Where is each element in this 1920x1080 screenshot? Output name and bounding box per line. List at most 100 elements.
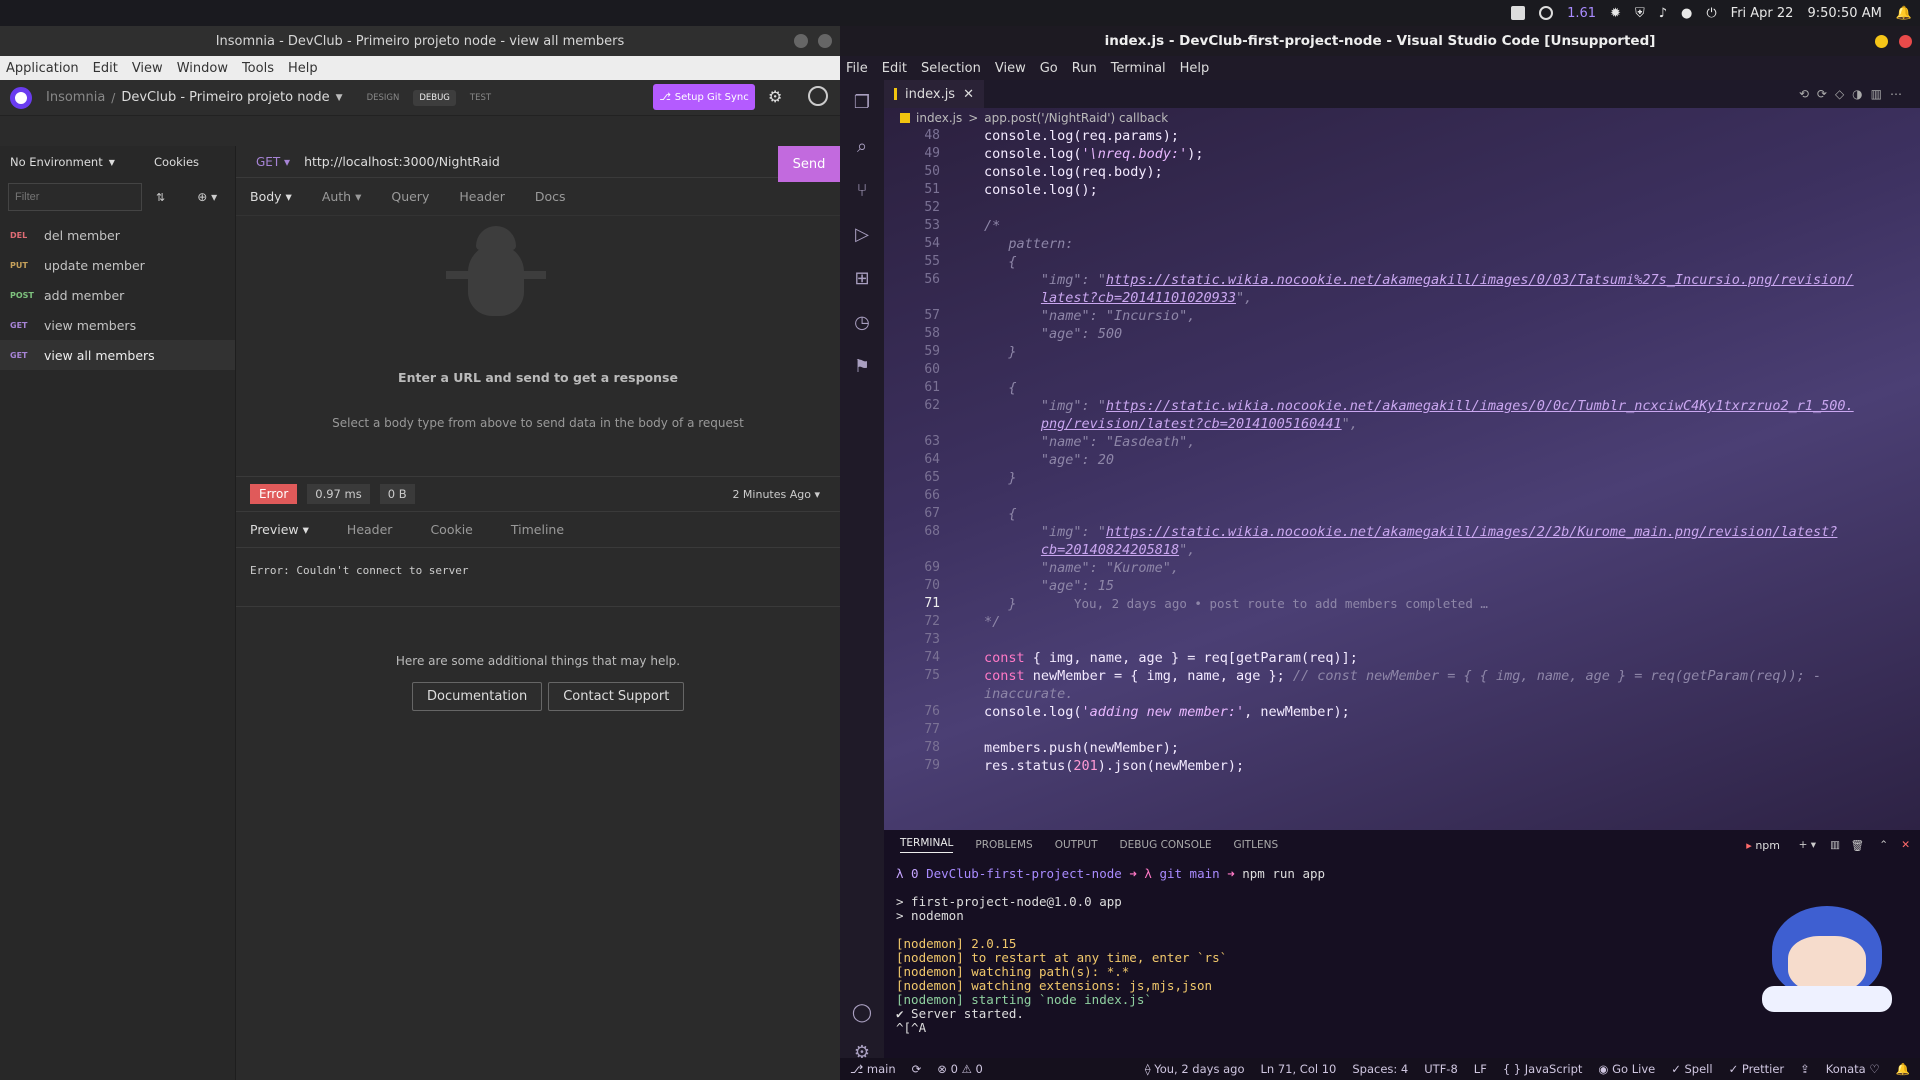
menu-selection[interactable]: Selection — [921, 61, 981, 76]
explorer-icon[interactable]: ❐ — [840, 80, 884, 124]
menu-tools[interactable]: Tools — [242, 61, 274, 76]
notifications-icon[interactable]: 🔔 — [1896, 6, 1912, 21]
method-badge: GET — [10, 350, 28, 360]
history-label: 2 Minutes Ago — [732, 487, 811, 501]
method-selector[interactable]: GET ▾ — [256, 155, 290, 169]
request-item-view-all-members[interactable]: GET view all members — [0, 340, 235, 370]
branch-indicator[interactable]: ⎇ main — [850, 1062, 896, 1076]
cursor-position[interactable]: Ln 71, Col 10 — [1261, 1062, 1337, 1076]
url-input[interactable]: http://localhost:3000/NightRaid — [304, 154, 500, 169]
request-item-del-member[interactable]: DEL del member — [0, 220, 235, 250]
indentation[interactable]: Spaces: 4 — [1352, 1062, 1408, 1076]
code-view[interactable]: 48 console.log(req.params); 49 console.log… — [884, 128, 1920, 830]
request-item-add-member[interactable]: POST add member — [0, 280, 235, 310]
source-control-icon[interactable]: ⑂ — [840, 168, 884, 212]
add-request-dropdown[interactable]: ⊕ ▾ — [197, 190, 217, 204]
tab-cookie[interactable]: Cookie — [430, 522, 472, 537]
insomnia-logo-icon[interactable] — [10, 86, 32, 109]
eol[interactable]: LF — [1474, 1062, 1487, 1076]
environment-selector[interactable]: No Environment — [10, 155, 103, 169]
menu-edit[interactable]: Edit — [93, 61, 118, 76]
run-debug-icon[interactable]: ▷ — [840, 212, 884, 256]
tab-query[interactable]: Query — [391, 189, 429, 204]
theme-indicator[interactable]: Konata ♡ — [1826, 1062, 1880, 1076]
timeline-icon[interactable]: ◷ — [840, 300, 884, 344]
request-item-update-member[interactable]: PUT update member — [0, 250, 235, 280]
send-button[interactable]: Send — [778, 146, 840, 182]
breadcrumb-project[interactable]: DevClub - Primeiro projeto node — [121, 90, 329, 105]
window-switch-icon[interactable] — [1511, 6, 1526, 20]
breadcrumb-app[interactable]: Insomnia — [46, 90, 105, 105]
tab-design[interactable]: DESIGN — [361, 90, 406, 106]
prompt-git: git — [1159, 866, 1183, 881]
search-icon[interactable]: ⌕ — [840, 124, 884, 168]
prettier-status[interactable]: ✓ Prettier — [1729, 1062, 1785, 1076]
tab-body-label: Body — [250, 189, 282, 204]
notifications-icon[interactable]: 🔔 — [1896, 1062, 1910, 1076]
menu-go[interactable]: Go — [1040, 61, 1058, 76]
sort-icon[interactable]: ⇅ — [156, 191, 165, 204]
menu-help[interactable]: Help — [288, 61, 318, 76]
tab-debug[interactable]: DEBUG — [413, 89, 456, 106]
cookies-button[interactable]: Cookies — [154, 155, 199, 169]
tab-preview[interactable]: Preview ▾ — [250, 522, 309, 537]
mic-icon[interactable]: ● — [1681, 6, 1692, 21]
language-mode[interactable]: { } JavaScript — [1503, 1062, 1583, 1076]
bookmark-icon[interactable]: ⚑ — [840, 344, 884, 388]
breadcrumb-function[interactable]: app.post('/NightRaid') callback — [984, 111, 1168, 125]
blame-status[interactable]: ⟠ You, 2 days ago — [1145, 1062, 1245, 1076]
close-button[interactable] — [818, 34, 832, 48]
account-icon[interactable] — [808, 86, 828, 106]
prompt-arrow: ➜ — [1227, 866, 1235, 881]
breadcrumb-file[interactable]: index.js — [916, 111, 962, 125]
chevron-down-icon[interactable]: ▼ — [109, 158, 115, 167]
term-line: > first-project-node@1.0.0 app — [896, 894, 1122, 909]
chevron-down-icon[interactable]: ▼ — [336, 93, 343, 103]
prompt-arrow: ➜ — [1129, 866, 1137, 881]
minimize-button[interactable] — [1875, 34, 1888, 48]
mascot-image — [1752, 896, 1902, 1016]
contact-support-button[interactable]: Contact Support — [548, 682, 685, 711]
spell-check[interactable]: ✓ Spell — [1671, 1062, 1712, 1076]
setup-git-sync-button[interactable]: ⎇ Setup Git Sync — [653, 84, 755, 110]
sync-icon[interactable]: ⟳ — [912, 1062, 922, 1076]
problems-indicator[interactable]: ⊗ 0 ⚠ 0 — [937, 1062, 983, 1076]
menu-view[interactable]: View — [995, 61, 1026, 76]
menu-edit[interactable]: Edit — [882, 61, 907, 76]
tab-test[interactable]: TEST — [464, 90, 497, 106]
close-button[interactable] — [1899, 34, 1912, 48]
editor-actions[interactable]: ⟲⟳◇◑▥⋯ — [1799, 87, 1910, 101]
tab-index-js[interactable]: index.js ✕ — [884, 80, 984, 108]
menu-file[interactable]: File — [846, 61, 868, 76]
volume-icon[interactable]: ♪ — [1659, 6, 1667, 21]
gear-icon[interactable]: ⚙ — [768, 87, 782, 106]
tab-auth[interactable]: Auth ▾ — [322, 189, 362, 204]
tab-docs[interactable]: Docs — [535, 189, 566, 204]
menu-application[interactable]: Application — [6, 61, 79, 76]
shield-icon[interactable]: ⛨ — [1635, 6, 1645, 21]
menu-help[interactable]: Help — [1180, 61, 1210, 76]
terminal-panel: TERMINAL PROBLEMS OUTPUT DEBUG CONSOLE G… — [884, 830, 1920, 1058]
account-share-icon[interactable]: ⇪ — [1800, 1062, 1810, 1076]
menu-view[interactable]: View — [132, 61, 163, 76]
documentation-button[interactable]: Documentation — [412, 682, 543, 711]
power-icon[interactable]: ⏻ — [1706, 6, 1716, 21]
menu-run[interactable]: Run — [1072, 61, 1097, 76]
tab-body[interactable]: Body ▾ — [250, 189, 292, 204]
tab-header[interactable]: Header — [459, 189, 505, 204]
brightness-icon[interactable]: ✹ — [1610, 6, 1621, 21]
record-icon[interactable] — [1539, 6, 1554, 20]
extensions-icon[interactable]: ⊞ — [840, 256, 884, 300]
menu-terminal[interactable]: Terminal — [1111, 61, 1166, 76]
tab-timeline[interactable]: Timeline — [511, 522, 564, 537]
go-live-button[interactable]: ◉ Go Live — [1598, 1062, 1655, 1076]
encoding[interactable]: UTF-8 — [1424, 1062, 1458, 1076]
history-dropdown[interactable]: 2 Minutes Ago ▾ — [732, 488, 820, 501]
editor-tabs: index.js ✕ ⟲⟳◇◑▥⋯ — [884, 80, 1920, 108]
request-item-view-members[interactable]: GET view members — [0, 310, 235, 340]
menu-window[interactable]: Window — [177, 61, 228, 76]
tab-response-header[interactable]: Header — [347, 522, 393, 537]
minimize-button[interactable] — [794, 34, 808, 48]
close-icon[interactable]: ✕ — [963, 87, 974, 102]
filter-input[interactable] — [8, 183, 142, 211]
